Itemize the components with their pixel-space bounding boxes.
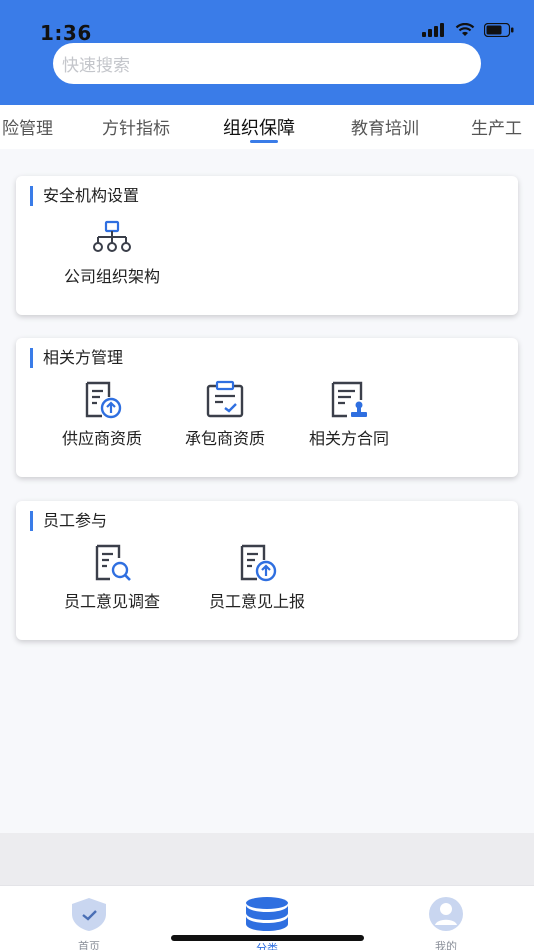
tabbar-label: 我的	[435, 940, 457, 950]
section-title: 安全机构设置	[30, 186, 139, 206]
org-chart-icon	[93, 220, 131, 252]
user-avatar-icon	[429, 897, 463, 931]
wifi-icon	[455, 23, 475, 36]
clipboard-check-icon	[206, 380, 244, 418]
active-tab-indicator	[250, 140, 278, 143]
search-input[interactable]: 快速搜索	[53, 43, 481, 84]
status-icons	[422, 23, 514, 37]
tabbar-label: 分类	[256, 942, 278, 950]
document-upload-icon	[240, 544, 277, 582]
tab-risk-management[interactable]: 险管理	[2, 114, 53, 139]
contract-stamp-icon	[331, 381, 367, 418]
tab-policy-indicators[interactable]: 方针指标	[102, 114, 170, 139]
document-search-icon	[95, 544, 131, 581]
tab-education-training[interactable]: 教育培训	[351, 114, 419, 139]
item-label: 员工意见上报	[208, 592, 305, 611]
tabbar-category[interactable]: 分类	[227, 896, 307, 950]
tab-organization-guarantee[interactable]: 组织保障	[223, 114, 295, 140]
tabbar-label: 首页	[78, 940, 100, 950]
search-placeholder: 快速搜索	[62, 56, 130, 76]
section-card-related-party: 相关方管理 供应商资质 承包商资质 相关方合同	[16, 338, 518, 477]
tabbar-home[interactable]: 首页	[49, 896, 129, 950]
item-label: 承包商资质	[184, 429, 265, 448]
related-party-contract-item[interactable]: 相关方合同	[284, 380, 414, 449]
item-label: 员工意见调查	[63, 592, 160, 611]
content-footer-band	[0, 833, 534, 885]
section-card-safety-org: 安全机构设置 公司组织架构	[16, 176, 518, 315]
org-structure-item[interactable]: 公司组织架构	[47, 218, 177, 287]
item-label: 公司组织架构	[63, 267, 160, 286]
header-bar: 1:36 快速搜索	[0, 0, 534, 105]
employee-survey-item[interactable]: 员工意见调查	[47, 543, 177, 612]
signal-icon	[422, 23, 444, 37]
employee-report-item[interactable]: 员工意见上报	[192, 543, 322, 612]
tab-production[interactable]: 生产工	[471, 114, 522, 139]
section-title: 员工参与	[30, 511, 107, 531]
section-title: 相关方管理	[30, 348, 123, 368]
section-card-employee-participation: 员工参与 员工意见调查 员工意见上报	[16, 501, 518, 640]
status-time: 1:36	[40, 21, 92, 45]
contractor-qualification-item[interactable]: 承包商资质	[160, 380, 290, 449]
item-label: 相关方合同	[308, 429, 389, 448]
home-shield-icon	[72, 898, 106, 931]
battery-icon	[484, 23, 514, 37]
home-indicator	[171, 935, 364, 941]
item-label: 供应商资质	[61, 429, 142, 448]
document-upload-icon	[85, 381, 122, 419]
tabbar-mine[interactable]: 我的	[406, 896, 486, 950]
category-stack-icon	[246, 897, 288, 931]
supplier-qualification-item[interactable]: 供应商资质	[37, 380, 167, 449]
